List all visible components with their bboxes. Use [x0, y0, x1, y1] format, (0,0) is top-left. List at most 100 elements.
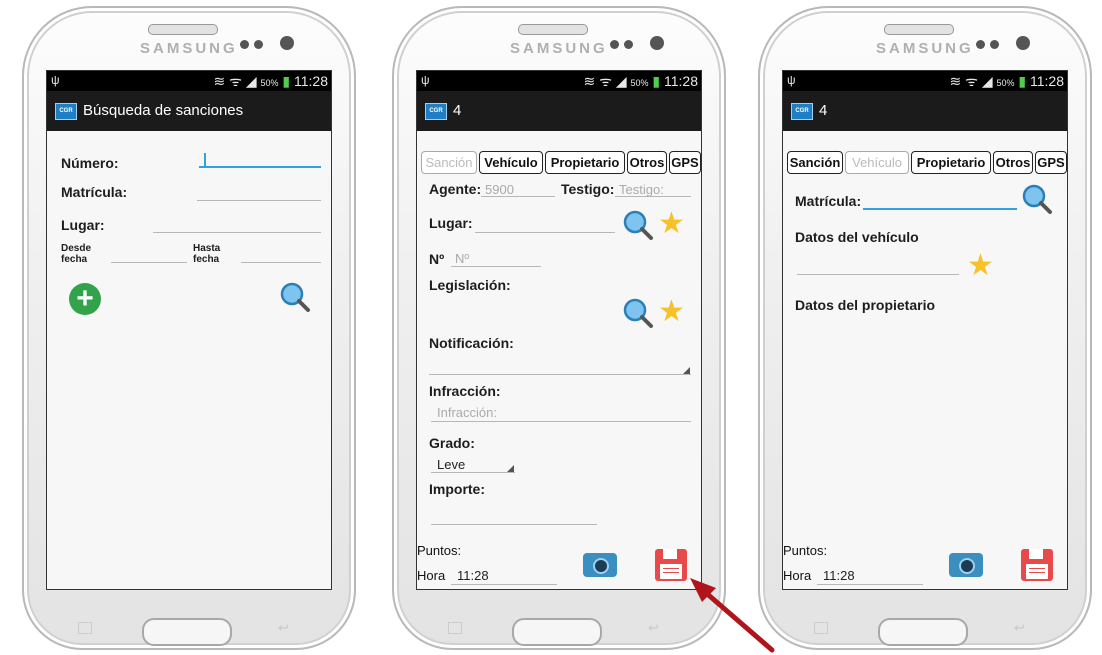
phone-3: SAMSUNG ψ ≋ ᯤ ◢ 50% ▮ 11:28 CGR 4 Sanció…	[758, 6, 1092, 650]
brand-logo: SAMSUNG	[140, 40, 238, 57]
dropdown-arrow-icon	[507, 465, 514, 472]
home-button[interactable]	[142, 618, 232, 646]
infraccion-input[interactable]	[431, 418, 691, 422]
dropdown-arrow-icon	[683, 367, 690, 374]
usb-icon: ψ	[51, 73, 60, 87]
numero-label: Nº	[429, 251, 445, 267]
matricula-label: Matrícula:	[61, 184, 128, 200]
battery-level: 50%	[630, 78, 649, 88]
tab-gps[interactable]: GPS	[669, 151, 701, 174]
numero-input[interactable]	[451, 263, 541, 267]
testigo-label: Testigo:	[561, 181, 615, 197]
home-button[interactable]	[512, 618, 602, 646]
camera-icon[interactable]	[949, 553, 983, 577]
status-time: 11:28	[294, 73, 328, 89]
save-icon[interactable]	[655, 549, 687, 581]
status-right: ≋ ᯤ ◢ 50% ▮ 11:28	[950, 72, 1064, 91]
add-icon[interactable]: +	[69, 283, 101, 315]
phone-2: SAMSUNG ψ ≋ ᯤ ◢ 50% ▮ 11:28 CGR 4 Sanció…	[392, 6, 726, 650]
importe-input[interactable]	[431, 521, 597, 525]
tab-sancion[interactable]: Sanción	[787, 151, 843, 174]
lugar-input[interactable]	[153, 229, 321, 233]
tab-otros[interactable]: Otros	[627, 151, 667, 174]
sensor-icon	[976, 40, 985, 49]
lugar-label: Lugar:	[61, 217, 105, 233]
app-logo-icon[interactable]: CGR	[55, 103, 77, 120]
hora-input[interactable]	[817, 581, 923, 585]
tab-propietario[interactable]: Propietario	[911, 151, 991, 174]
star-icon[interactable]: ★	[658, 209, 685, 239]
matricula-input[interactable]	[863, 205, 1017, 210]
numero-input[interactable]	[199, 163, 321, 168]
tab-bar: Sanción Vehículo Propietario Otros GPS	[417, 147, 701, 177]
action-bar: CGR 4	[417, 91, 701, 131]
back-key-icon[interactable]: ↩	[278, 620, 289, 636]
brand-logo: SAMSUNG	[510, 40, 608, 57]
screen-sancion: ψ ≋ ᯤ ◢ 50% ▮ 11:28 CGR 4 Sanción Vehícu…	[416, 70, 702, 590]
status-right: ≋ ᯤ ◢ 50% ▮ 11:28	[214, 72, 328, 91]
speaker-grille	[884, 24, 954, 35]
screen-busqueda: ψ ≋ ᯤ ◢ 50% ▮ 11:28 CGR Búsqueda de sanc…	[46, 70, 332, 590]
action-bar: CGR 4	[783, 91, 1067, 131]
hora-label: Hora	[783, 568, 812, 583]
matricula-input[interactable]	[197, 197, 321, 201]
app-logo-icon[interactable]: CGR	[425, 103, 447, 120]
notificacion-select[interactable]	[429, 371, 691, 375]
battery-level: 50%	[260, 78, 279, 88]
search-icon[interactable]	[1021, 183, 1053, 215]
menu-key-icon[interactable]	[448, 622, 462, 634]
back-key-icon[interactable]: ↩	[648, 620, 659, 636]
menu-key-icon[interactable]	[814, 622, 828, 634]
vehiculo-input[interactable]	[797, 271, 959, 275]
speaker-grille	[518, 24, 588, 35]
page-title: Búsqueda de sanciones	[83, 102, 244, 119]
matricula-label: Matrícula:	[795, 193, 862, 209]
numero-label: Número:	[61, 155, 119, 171]
screen-vehiculo: ψ ≋ ᯤ ◢ 50% ▮ 11:28 CGR 4 Sanción Vehícu…	[782, 70, 1068, 590]
lugar-label: Lugar:	[429, 215, 473, 231]
grado-select[interactable]	[431, 469, 515, 473]
agente-input[interactable]	[481, 193, 555, 197]
datos-vehiculo-label: Datos del vehículo	[795, 229, 919, 245]
tab-otros[interactable]: Otros	[993, 151, 1033, 174]
phone-1: SAMSUNG ψ ≋ ᯤ ◢ 50% ▮ 11:28 CGR Búsqueda…	[22, 6, 356, 650]
grado-label: Grado:	[429, 435, 475, 451]
notificacion-label: Notificación:	[429, 335, 514, 351]
tab-sancion[interactable]: Sanción	[421, 151, 477, 174]
datos-propietario-label: Datos del propietario	[795, 297, 936, 313]
testigo-input[interactable]	[615, 193, 691, 197]
star-icon[interactable]: ★	[967, 251, 994, 281]
infraccion-label: Infracción:	[429, 383, 501, 399]
battery-icon: ▮	[652, 73, 661, 89]
tab-vehiculo[interactable]: Vehículo	[845, 151, 909, 174]
hasta-fecha-input[interactable]	[241, 259, 321, 263]
desde-fecha-input[interactable]	[111, 259, 187, 263]
status-bar: ψ ≋ ᯤ ◢ 50% ▮ 11:28	[783, 71, 1067, 91]
hora-input[interactable]	[451, 581, 557, 585]
brand-logo: SAMSUNG	[876, 40, 974, 57]
status-time: 11:28	[664, 73, 698, 89]
battery-level: 50%	[996, 78, 1015, 88]
search-icon[interactable]	[622, 209, 654, 241]
tab-propietario[interactable]: Propietario	[545, 151, 625, 174]
search-icon[interactable]	[622, 297, 654, 329]
tab-gps[interactable]: GPS	[1035, 151, 1067, 174]
page-title: 4	[819, 102, 828, 119]
home-button[interactable]	[878, 618, 968, 646]
menu-key-icon[interactable]	[78, 622, 92, 634]
legislacion-label: Legislación:	[429, 277, 511, 293]
tab-vehiculo[interactable]: Vehículo	[479, 151, 543, 174]
signal-icons: ≋ ᯤ ◢	[213, 73, 257, 89]
search-icon[interactable]	[279, 281, 311, 313]
back-key-icon[interactable]: ↩	[1014, 620, 1025, 636]
camera-icon[interactable]	[583, 553, 617, 577]
status-time: 11:28	[1030, 73, 1064, 89]
app-logo-icon[interactable]: CGR	[791, 103, 813, 120]
tab-bar: Sanción Vehículo Propietario Otros GPS	[783, 147, 1067, 177]
save-icon[interactable]	[1021, 549, 1053, 581]
front-camera-icon	[650, 36, 664, 50]
sensor-icon	[624, 40, 633, 49]
lugar-input[interactable]	[475, 229, 615, 233]
hasta-fecha-label: Hasta fecha	[193, 243, 221, 265]
star-icon[interactable]: ★	[658, 297, 685, 327]
